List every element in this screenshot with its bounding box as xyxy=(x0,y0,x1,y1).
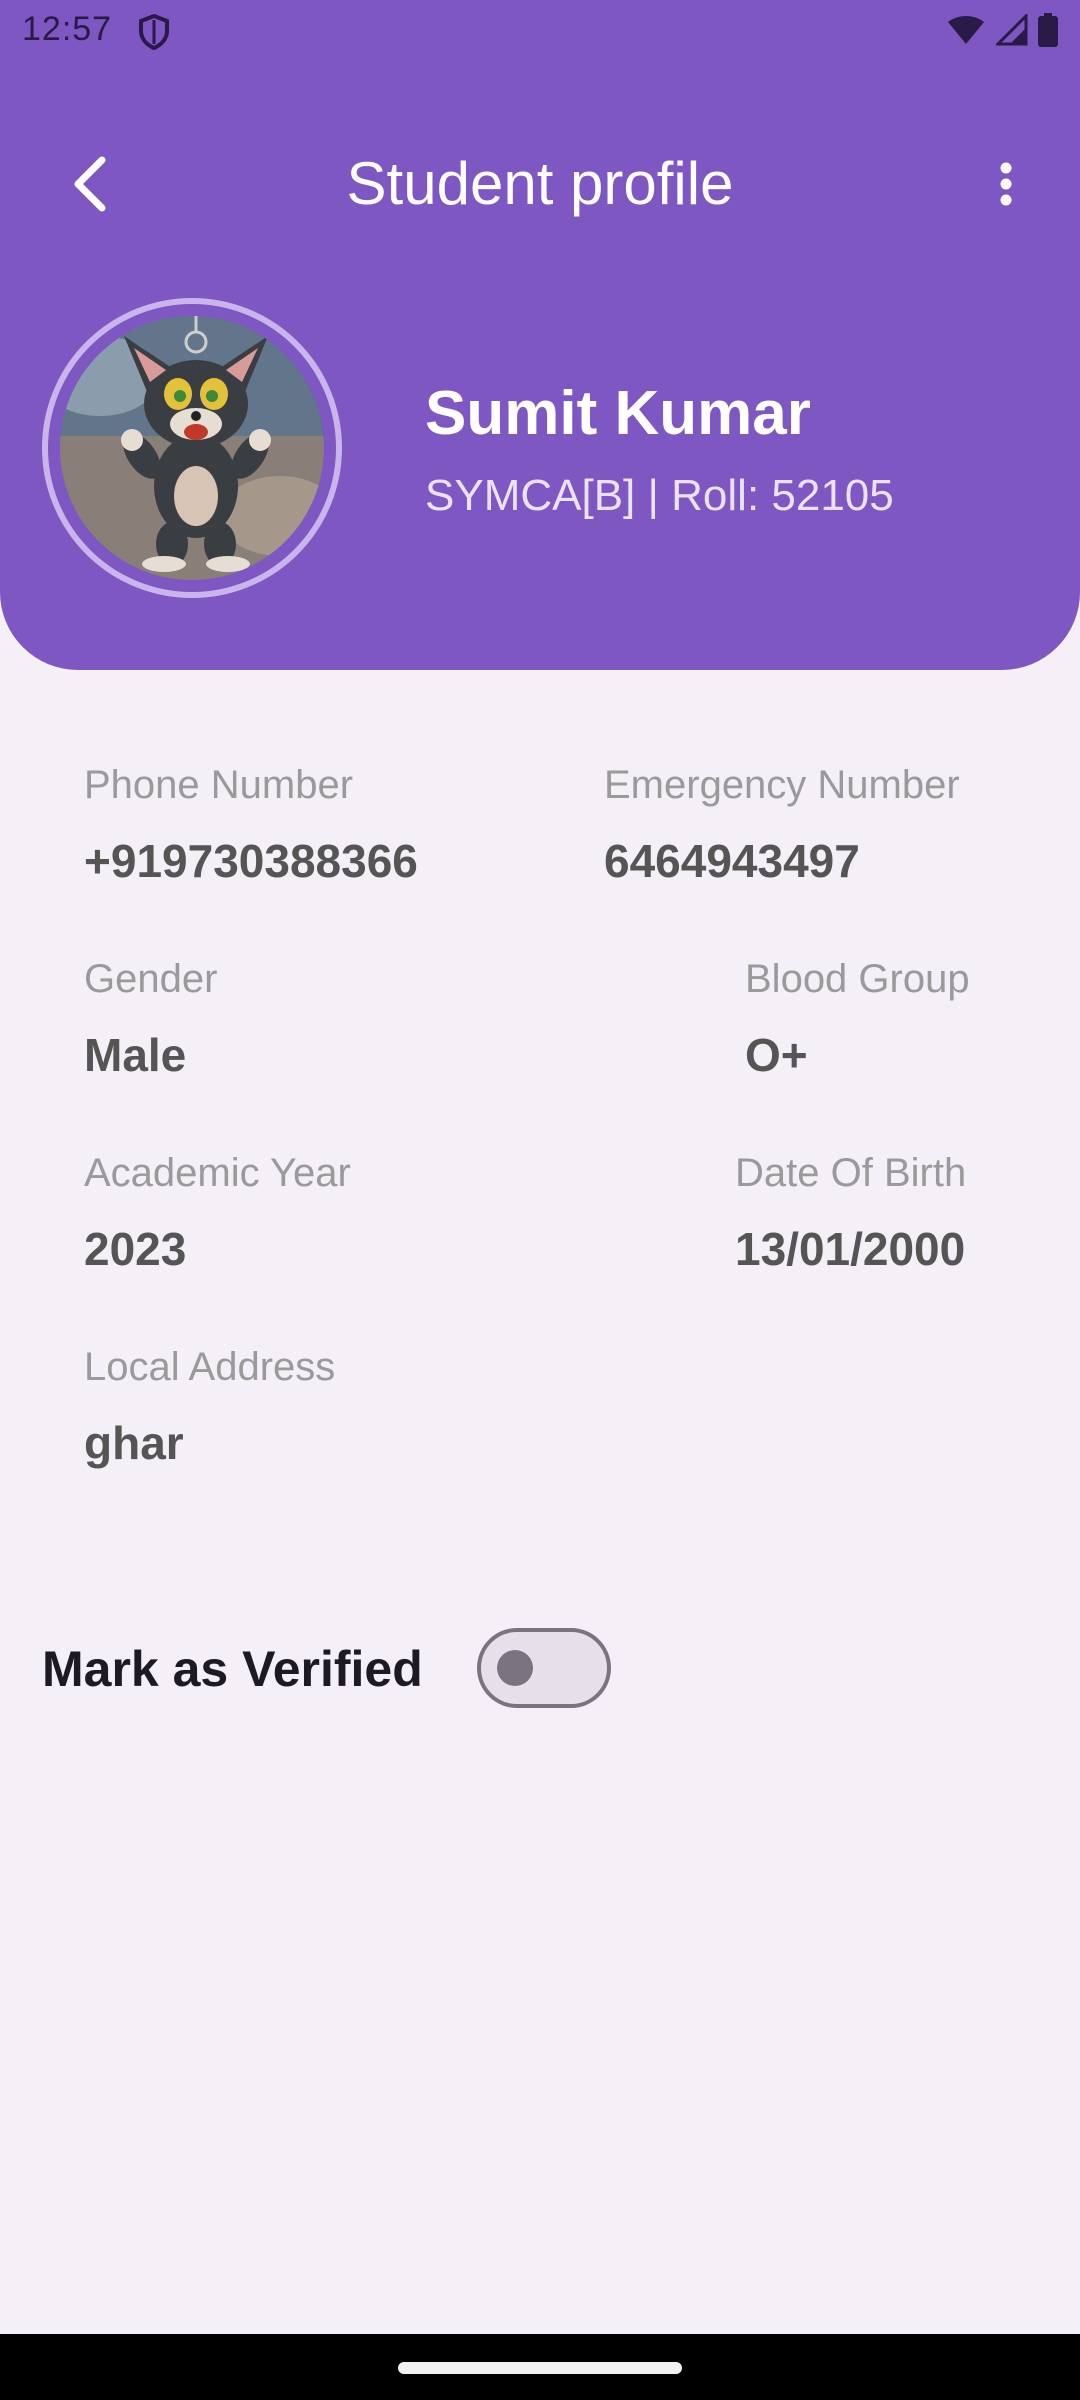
more-options-button[interactable] xyxy=(982,150,1030,218)
avatar[interactable] xyxy=(60,316,324,580)
dob-label: Date Of Birth xyxy=(735,1151,967,1195)
student-name: Sumit Kumar xyxy=(425,379,811,448)
wifi-icon xyxy=(946,14,986,51)
more-vertical-icon xyxy=(1000,162,1012,206)
phone-value: +919730388366 xyxy=(84,835,418,887)
page-title: Student profile xyxy=(346,150,734,217)
emergency-value: 6464943497 xyxy=(604,835,860,887)
cartoon-cat-avatar xyxy=(60,316,324,580)
home-gesture-handle[interactable] xyxy=(398,2362,682,2374)
academic-year-value: 2023 xyxy=(84,1223,187,1275)
toggle-knob xyxy=(497,1650,533,1686)
gender-label: Gender xyxy=(84,957,218,1001)
class-roll-subtitle: SYMCA[B] | Roll: 52105 xyxy=(425,471,894,520)
shield-icon xyxy=(138,13,170,51)
dob-value: 13/01/2000 xyxy=(735,1223,966,1275)
status-bar: 12:57 xyxy=(0,0,1080,64)
app-bar: Student profile xyxy=(0,120,1080,248)
address-value: ghar xyxy=(84,1417,184,1469)
gender-value: Male xyxy=(84,1029,187,1081)
signal-icon xyxy=(994,11,1028,51)
emergency-label: Emergency Number xyxy=(604,763,960,807)
battery-icon xyxy=(1038,12,1058,52)
avatar-frame xyxy=(42,298,342,598)
mark-verified-label: Mark as Verified xyxy=(42,1641,423,1697)
academic-year-label: Academic Year xyxy=(84,1151,351,1195)
blood-group-label: Blood Group xyxy=(745,957,970,1001)
status-time: 12:57 xyxy=(22,10,113,48)
blood-group-value: O+ xyxy=(745,1029,808,1081)
verified-toggle[interactable] xyxy=(477,1628,611,1708)
address-label: Local Address xyxy=(84,1345,336,1389)
system-nav-bar xyxy=(0,2334,1080,2400)
phone-label: Phone Number xyxy=(84,763,354,807)
